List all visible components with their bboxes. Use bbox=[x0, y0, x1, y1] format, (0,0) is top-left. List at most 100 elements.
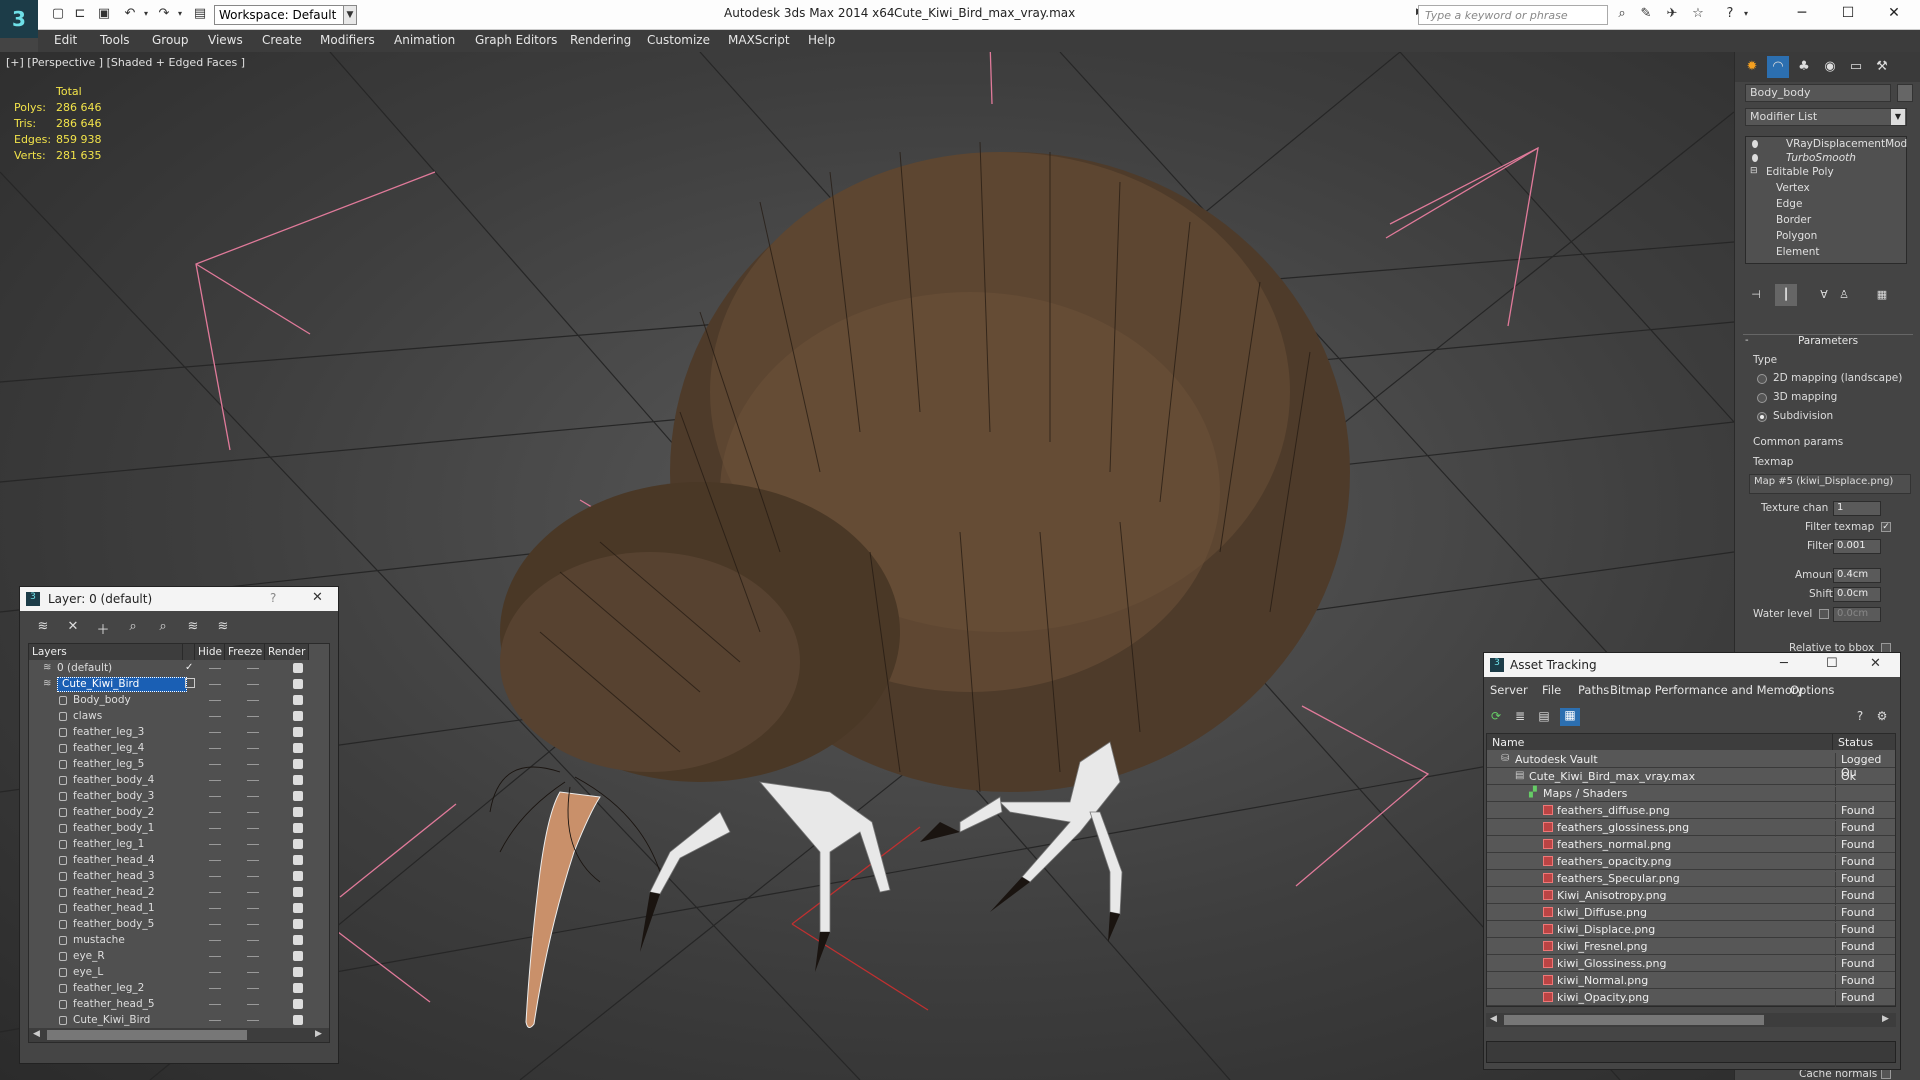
stack-item-vertex[interactable]: Vertex bbox=[1776, 182, 1810, 194]
maximize-icon[interactable]: ☐ bbox=[1826, 656, 1838, 671]
render-teapot-icon[interactable] bbox=[293, 775, 303, 785]
col-freeze[interactable]: Freeze bbox=[225, 644, 265, 660]
render-teapot-icon[interactable] bbox=[293, 791, 303, 801]
layer-row-name[interactable]: feather_leg_1 bbox=[73, 838, 144, 850]
render-teapot-icon[interactable] bbox=[293, 903, 303, 913]
render-teapot-icon[interactable] bbox=[293, 679, 303, 689]
render-teapot-icon[interactable] bbox=[293, 871, 303, 881]
object-name-field[interactable]: Body_body bbox=[1745, 84, 1891, 102]
layer-row-name[interactable]: eye_L bbox=[73, 966, 103, 978]
menu-maxscript[interactable]: MAXScript bbox=[728, 33, 790, 47]
col-render[interactable]: Render bbox=[265, 644, 309, 660]
render-teapot-icon[interactable] bbox=[293, 695, 303, 705]
app-logo-icon[interactable]: 3 bbox=[0, 0, 38, 38]
layer-row-name[interactable]: Body_body bbox=[73, 694, 131, 706]
layer-row[interactable]: feather_head_3 bbox=[29, 869, 329, 885]
favorites-star-icon[interactable]: ☆ bbox=[1690, 7, 1706, 21]
radio-subdivision[interactable] bbox=[1757, 412, 1767, 422]
freeze-toggle[interactable] bbox=[247, 972, 259, 973]
redo-icon[interactable]: ↷ bbox=[156, 7, 172, 21]
object-color-swatch[interactable] bbox=[1897, 84, 1913, 102]
render-teapot-icon[interactable] bbox=[293, 983, 303, 993]
thumbnail-view-icon[interactable]: ▤ bbox=[1536, 709, 1552, 725]
freeze-toggle[interactable] bbox=[247, 700, 259, 701]
undo-icon[interactable]: ↶ bbox=[122, 7, 138, 21]
render-teapot-icon[interactable] bbox=[293, 935, 303, 945]
configure-sets-icon[interactable]: ▦ bbox=[1871, 284, 1893, 306]
settings-icon[interactable]: ⚙ bbox=[1874, 709, 1890, 725]
asset-row[interactable]: kiwi_Displace.png Found bbox=[1487, 921, 1895, 939]
freeze-toggle[interactable] bbox=[247, 924, 259, 925]
layer-row-name[interactable]: feather_body_1 bbox=[73, 822, 154, 834]
scroll-thumb[interactable] bbox=[47, 1030, 247, 1040]
remove-modifier-icon[interactable]: ♙ bbox=[1833, 284, 1855, 306]
help-icon[interactable]: ? bbox=[270, 591, 276, 605]
freeze-toggle[interactable] bbox=[247, 908, 259, 909]
layer-row-name[interactable]: feather_leg_2 bbox=[73, 982, 144, 994]
asset-row[interactable]: kiwi_Diffuse.png Found bbox=[1487, 904, 1895, 922]
render-teapot-icon[interactable] bbox=[293, 887, 303, 897]
shift-spinner[interactable]: 0.0cm bbox=[1833, 587, 1881, 602]
layer-row-name[interactable]: feather_leg_4 bbox=[73, 742, 144, 754]
filter-blur-spinner[interactable]: 0.001 bbox=[1833, 539, 1881, 554]
layer-row-name[interactable]: feather_body_4 bbox=[73, 774, 154, 786]
hide-toggle[interactable] bbox=[209, 684, 221, 685]
layer-row[interactable]: feather_leg_1 bbox=[29, 837, 329, 853]
current-layer-checkbox[interactable] bbox=[185, 678, 195, 688]
asset-row[interactable]: feathers_normal.png Found bbox=[1487, 836, 1895, 854]
search-input[interactable]: Type a keyword or phrase bbox=[1418, 5, 1608, 25]
amount-spinner[interactable]: 0.4cm bbox=[1833, 568, 1881, 583]
hierarchy-tab-icon[interactable]: ♣ bbox=[1793, 56, 1815, 78]
render-teapot-icon[interactable] bbox=[293, 839, 303, 849]
layer-row[interactable]: claws bbox=[29, 709, 329, 725]
menu-help[interactable]: Help bbox=[808, 33, 835, 47]
layer-row-name[interactable]: Cute_Kiwi_Bird bbox=[57, 677, 187, 692]
render-teapot-icon[interactable] bbox=[293, 807, 303, 817]
scroll-right-icon[interactable]: ▶ bbox=[315, 1029, 322, 1039]
render-teapot-icon[interactable] bbox=[293, 999, 303, 1009]
layer-row[interactable]: ≋ Cute_Kiwi_Bird bbox=[29, 677, 329, 693]
layer-row-name[interactable]: feather_leg_3 bbox=[73, 726, 144, 738]
asset-hscrollbar[interactable]: ◀ ▶ bbox=[1486, 1013, 1896, 1027]
hide-all-icon[interactable]: ≋ bbox=[184, 619, 202, 637]
hide-toggle[interactable] bbox=[209, 732, 221, 733]
hide-toggle[interactable] bbox=[209, 748, 221, 749]
texmap-button[interactable]: Map #5 (kiwi_Displace.png) bbox=[1749, 474, 1911, 494]
lightbulb-icon[interactable] bbox=[1752, 154, 1758, 162]
hide-toggle[interactable] bbox=[209, 700, 221, 701]
show-end-result-icon[interactable]: ┃ bbox=[1775, 284, 1797, 306]
layer-row[interactable]: feather_body_5 bbox=[29, 917, 329, 933]
hide-toggle[interactable] bbox=[209, 844, 221, 845]
hide-toggle[interactable] bbox=[209, 876, 221, 877]
add-to-layer-icon[interactable]: ＋ bbox=[94, 619, 112, 638]
hide-toggle[interactable] bbox=[209, 924, 221, 925]
layer-row-name[interactable]: feather_head_2 bbox=[73, 886, 155, 898]
layer-row-name[interactable]: Cute_Kiwi_Bird bbox=[73, 1014, 150, 1026]
collapse-minus-icon[interactable]: ⊟ bbox=[1750, 166, 1758, 176]
render-teapot-icon[interactable] bbox=[293, 967, 303, 977]
help-icon[interactable]: ? bbox=[1852, 709, 1868, 725]
layer-row[interactable]: feather_body_3 bbox=[29, 789, 329, 805]
help-icon[interactable]: ? bbox=[1722, 7, 1738, 21]
stack-item-editable-poly[interactable]: Editable Poly bbox=[1766, 166, 1834, 178]
save-icon[interactable]: ▣ bbox=[96, 7, 112, 21]
hide-toggle[interactable] bbox=[209, 1020, 221, 1021]
layer-row[interactable]: feather_leg_4 bbox=[29, 741, 329, 757]
render-teapot-icon[interactable] bbox=[293, 711, 303, 721]
asset-row[interactable]: kiwi_Normal.png Found bbox=[1487, 972, 1895, 990]
asset-row[interactable]: feathers_opacity.png Found bbox=[1487, 853, 1895, 871]
layer-row[interactable]: ≋ 0 (default) ✓ bbox=[29, 661, 329, 677]
layer-hscrollbar[interactable]: ◀ ▶ bbox=[29, 1028, 329, 1042]
layer-row-name[interactable]: mustache bbox=[73, 934, 125, 946]
hide-toggle[interactable] bbox=[209, 764, 221, 765]
make-unique-icon[interactable]: ∀ bbox=[1813, 284, 1835, 306]
refresh-icon[interactable]: ⟳ bbox=[1488, 709, 1504, 725]
freeze-toggle[interactable] bbox=[247, 956, 259, 957]
layer-row-name[interactable]: feather_head_3 bbox=[73, 870, 155, 882]
freeze-toggle[interactable] bbox=[247, 748, 259, 749]
stack-item-border[interactable]: Border bbox=[1776, 214, 1811, 226]
subscription-icon[interactable]: ✎ bbox=[1638, 7, 1654, 21]
asset-row[interactable]: Kiwi_Anisotropy.png Found bbox=[1487, 887, 1895, 905]
hide-toggle[interactable] bbox=[209, 812, 221, 813]
radio-2d-mapping[interactable] bbox=[1757, 374, 1767, 384]
